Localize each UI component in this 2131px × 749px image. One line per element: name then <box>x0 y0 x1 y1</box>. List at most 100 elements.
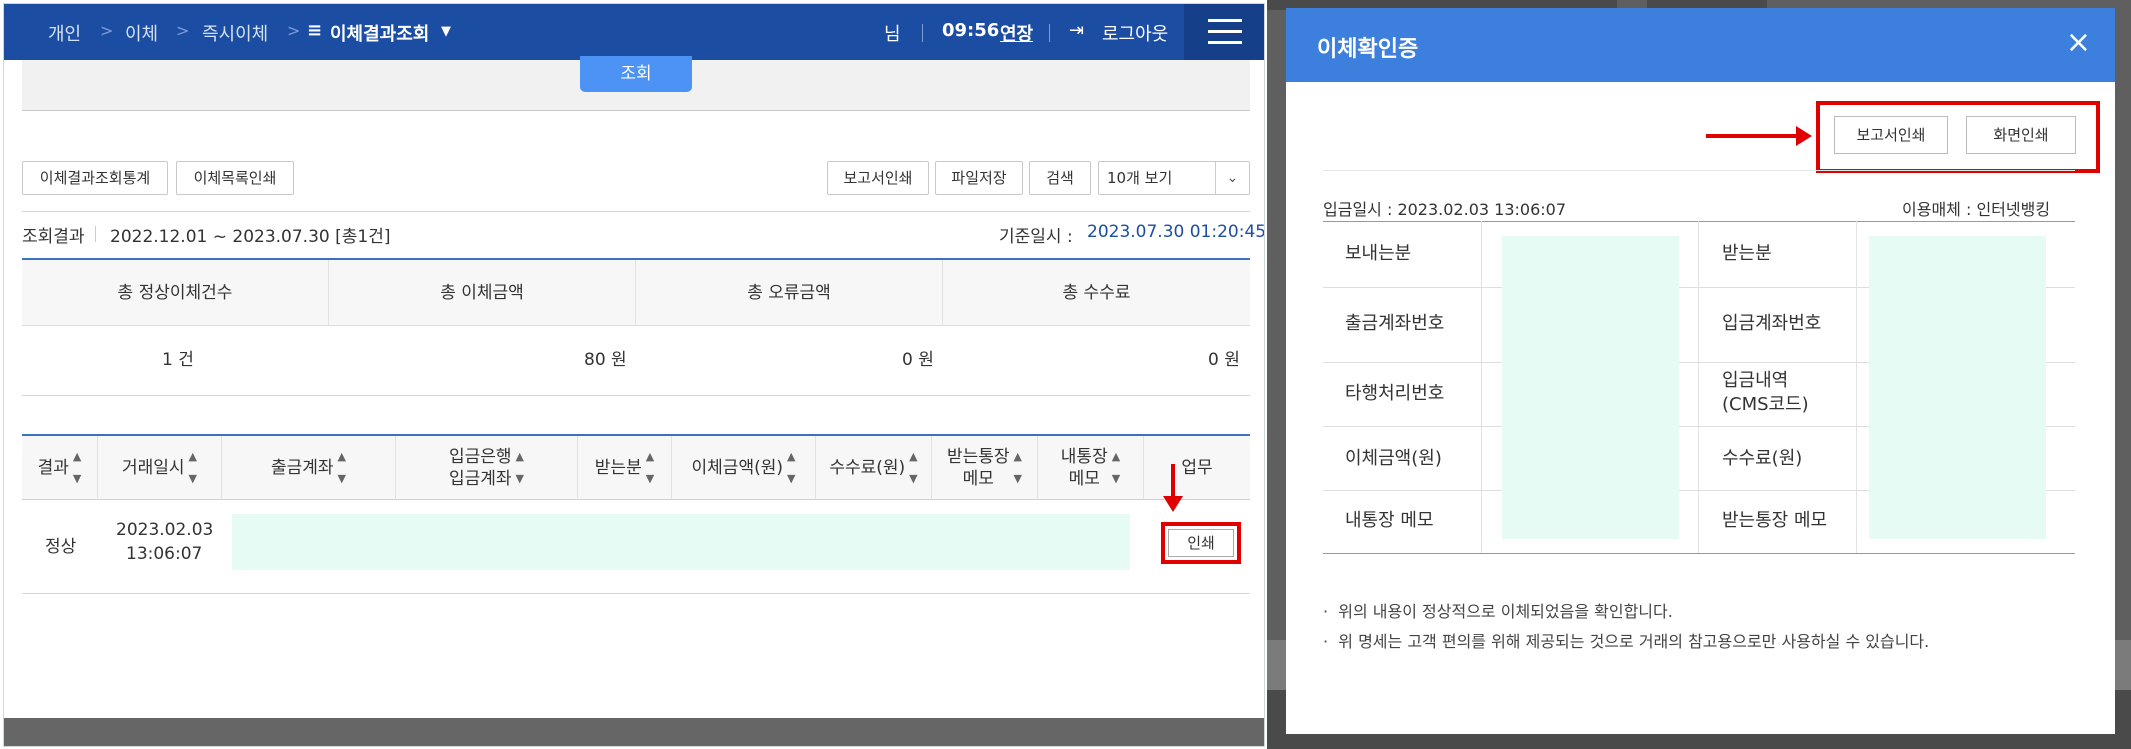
note-1-text: 위의 내용이 정상적으로 이체되었음을 확인합니다. <box>1338 602 1673 621</box>
summary-header-error: 총 오류금액 <box>636 260 943 326</box>
label-cms-code: (CMS코드) <box>1722 394 1809 415</box>
hamburger-icon-bar <box>1208 41 1242 44</box>
transfer-table-header: 결과 ▲ ▼ 거래일시 ▲ ▼ 출금계좌 ▲ ▼ 입금은행 입금계좌 ▲ ▼ 받는분 ▲ ▼ 이체금액… <box>22 436 1250 500</box>
redacted-area <box>1869 236 2046 539</box>
breadcrumb-current[interactable]: 이체결과조회 <box>330 20 429 46</box>
col-to-bank-line2: 입금계좌 <box>448 469 512 489</box>
user-suffix: 님 <box>884 24 901 45</box>
red-arrow-down-icon <box>1163 464 1183 512</box>
session-timer: 09:56 <box>942 20 1000 41</box>
col-task: 업무 <box>1144 436 1250 500</box>
label-deposit-detail: 입금내역 <box>1722 370 1789 391</box>
col-my-memo-line2: 메모 <box>1068 469 1100 489</box>
col-my-memo[interactable]: 내통장 메모 ▲ ▼ <box>1038 436 1144 500</box>
close-icon[interactable]: × <box>2066 28 2091 58</box>
row-time: 13:06:07 <box>126 544 203 564</box>
redacted-area <box>1502 236 1679 539</box>
logout-icon[interactable]: ⇥ <box>1069 20 1084 41</box>
summary-amount-value: 80 원 <box>584 350 627 370</box>
divider <box>22 211 1250 212</box>
breadcrumb-instant-transfer[interactable]: 즉시이체 <box>202 20 268 46</box>
col-fee-label: 수수료(원) <box>829 458 906 478</box>
label-my-memo: 내통장 메모 <box>1345 510 1434 531</box>
modal-header: 이체확인증 × <box>1286 8 2115 82</box>
highlight-box: 보고서인쇄 화면인쇄 <box>1816 101 2100 173</box>
sort-icon: ▲ ▼ <box>72 450 82 485</box>
row-result: 정상 <box>45 537 77 557</box>
modal-report-print-button[interactable]: 보고서인쇄 <box>1834 116 1948 154</box>
report-print-button[interactable]: 보고서인쇄 <box>827 161 929 195</box>
chevron-down-icon: ⌄ <box>1215 162 1249 194</box>
col-task-label: 업무 <box>1181 458 1213 478</box>
divider <box>1698 221 1699 553</box>
sort-icon: ▲ ▼ <box>1013 450 1023 485</box>
footer-bar <box>4 718 1264 746</box>
summary-header-amount: 총 이체금액 <box>329 260 636 326</box>
col-result-label: 결과 <box>37 458 69 478</box>
transfer-certificate-modal: 이체확인증 × 보고서인쇄 화면인쇄 입금일시 : 2023.02.03 13:… <box>1286 8 2115 734</box>
divider <box>22 593 1250 594</box>
base-datetime-label: 기준일시 : <box>999 227 1073 247</box>
search-form-area: 조회 <box>22 56 1250 111</box>
divider <box>922 24 923 42</box>
menu-list-icon: ≡ <box>307 20 323 41</box>
list-print-button[interactable]: 이체목록인쇄 <box>176 161 294 195</box>
find-button[interactable]: 검색 <box>1029 161 1091 195</box>
col-receiver[interactable]: 받는분 ▲ ▼ <box>578 436 672 500</box>
print-button[interactable]: 인쇄 <box>1168 529 1234 557</box>
row-date: 2023.02.03 <box>116 520 214 540</box>
note-2-text: 위 명세는 고객 편의를 위해 제공되는 것으로 거래의 참고용으로만 사용하실… <box>1338 632 1930 651</box>
caret-down-icon[interactable]: ▼ <box>441 24 451 39</box>
divider <box>1323 170 2075 171</box>
col-receiver-label: 받는분 <box>594 458 642 478</box>
divider <box>1481 221 1482 553</box>
result-label: 조회결과 <box>22 227 85 247</box>
col-recv-memo[interactable]: 받는통장 메모 ▲ ▼ <box>932 436 1038 500</box>
chevron-right-icon: > <box>176 21 190 40</box>
col-to-bank-line1: 입금은행 <box>448 447 512 467</box>
col-to-bank[interactable]: 입금은행 입금계좌 ▲ ▼ <box>396 436 578 500</box>
divider <box>95 226 96 242</box>
sort-icon: ▲ ▼ <box>337 450 347 485</box>
col-to-bank-label: 입금은행 입금계좌 <box>449 446 512 490</box>
summary-header: 총 정상이체건수 총 이체금액 총 오류금액 총 수수료 <box>22 260 1250 326</box>
breadcrumb-personal[interactable]: 개인 <box>48 20 81 46</box>
col-datetime-label: 거래일시 <box>121 458 185 478</box>
sort-icon: ▲ ▼ <box>1111 450 1121 485</box>
summary-header-fee: 총 수수료 <box>1062 283 1131 303</box>
extend-session-link[interactable]: 연장 <box>1000 20 1033 46</box>
col-my-memo-line1: 내통장 <box>1060 447 1108 467</box>
search-button[interactable]: 조회 <box>580 56 692 92</box>
col-my-memo-label: 내통장 메모 <box>1061 446 1108 490</box>
label-receiver: 받는분 <box>1722 243 1772 264</box>
transfer-stats-button[interactable]: 이체결과조회통계 <box>22 161 168 195</box>
logout-link[interactable]: 로그아웃 <box>1102 20 1168 46</box>
divider <box>1323 221 2075 222</box>
sort-icon: ▲ ▼ <box>909 450 918 485</box>
col-from-account[interactable]: 출금계좌 ▲ ▼ <box>222 436 396 500</box>
divider <box>1049 24 1050 42</box>
breadcrumb-transfer[interactable]: 이체 <box>125 20 158 46</box>
file-save-button[interactable]: 파일저장 <box>935 161 1023 195</box>
page-size-select[interactable]: 10개 보기 ⌄ <box>1098 161 1250 195</box>
col-amount[interactable]: 이체금액(원) ▲ ▼ <box>672 436 816 500</box>
redacted-area <box>232 514 1130 570</box>
sort-icon: ▲ ▼ <box>645 450 655 485</box>
hamburger-menu-button[interactable] <box>1184 4 1264 60</box>
top-navigation-bar: 개인 > 이체 > 즉시이체 > ≡ 이체결과조회 ▼ 님 09:56 연장 ⇥… <box>4 4 1264 60</box>
transfer-channel: 이용매체 : 인터넷뱅킹 <box>1902 200 2051 219</box>
hamburger-icon <box>1208 19 1242 22</box>
col-datetime[interactable]: 거래일시 ▲ ▼ <box>98 436 222 500</box>
label-to-account: 입금계좌번호 <box>1722 313 1822 334</box>
label-fee: 수수료(원) <box>1722 448 1803 469</box>
modal-screen-print-button[interactable]: 화면인쇄 <box>1966 116 2076 154</box>
label-amount: 이체금액(원) <box>1345 448 1442 469</box>
transfer-result-page: 개인 > 이체 > 즉시이체 > ≡ 이체결과조회 ▼ 님 09:56 연장 ⇥… <box>3 3 1265 747</box>
label-from-account: 출금계좌번호 <box>1345 313 1445 334</box>
col-amount-label: 이체금액(원) <box>691 458 783 478</box>
col-recv-memo-line1: 받는통장 <box>946 447 1010 467</box>
sort-icon: ▲ ▼ <box>787 450 796 485</box>
summary-header-count: 총 정상이체건수 <box>22 260 329 326</box>
col-result[interactable]: 결과 ▲ ▼ <box>22 436 98 500</box>
col-fee[interactable]: 수수료(원) ▲ ▼ <box>816 436 932 500</box>
